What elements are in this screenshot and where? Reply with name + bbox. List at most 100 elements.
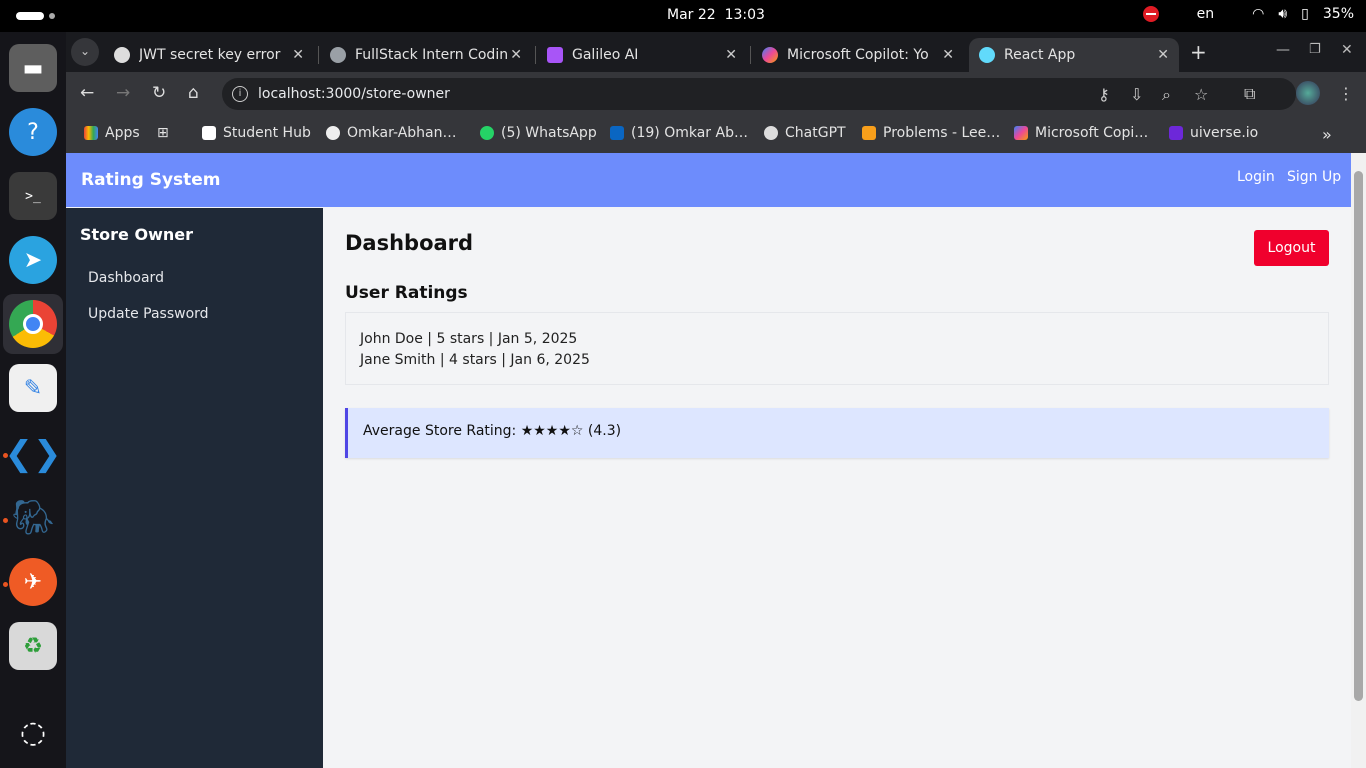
- tab-react-app[interactable]: React App ✕: [969, 38, 1179, 72]
- maximize-icon[interactable]: ❐: [1309, 42, 1321, 57]
- bookmark-student-hub[interactable]: Student Hub: [202, 125, 311, 141]
- chatgpt-favicon-icon: [114, 47, 130, 63]
- sidebar: Store Owner Dashboard Update Password: [66, 208, 323, 768]
- bookmark-label: Apps: [105, 125, 140, 141]
- back-icon[interactable]: ←: [80, 83, 94, 103]
- chatgpt-icon: [764, 126, 778, 140]
- battery-percent: 35%: [1322, 6, 1354, 22]
- close-window-icon[interactable]: ✕: [1341, 42, 1353, 58]
- new-tab-icon[interactable]: +: [1190, 40, 1207, 64]
- more-bookmarks-icon[interactable]: »: [1322, 125, 1332, 144]
- page-scrollbar[interactable]: [1351, 153, 1366, 768]
- extensions-icon[interactable]: ⧉: [1244, 84, 1255, 104]
- files-icon[interactable]: ▬: [9, 44, 57, 92]
- minimize-icon[interactable]: —: [1276, 42, 1290, 58]
- average-rating-card: Average Store Rating: ★★★★☆ (4.3): [345, 408, 1329, 458]
- system-top-bar: Mar 22 13:03 en ◠ 🔊︎ ▯ 35%: [0, 0, 1366, 32]
- vscode-icon[interactable]: ❮❯: [5, 430, 62, 478]
- home-icon[interactable]: ⌂: [188, 83, 199, 103]
- close-tab-icon[interactable]: ✕: [725, 47, 737, 63]
- bookmark-label: (19) Omkar Ab…: [631, 125, 748, 141]
- bookmark-whatsapp[interactable]: (5) WhatsApp: [480, 125, 597, 141]
- close-tab-icon[interactable]: ✕: [510, 47, 522, 63]
- whatsapp-icon: [480, 126, 494, 140]
- leetcode-icon: [862, 126, 876, 140]
- tab-groups-icon: ⊞: [157, 125, 169, 141]
- tab-title: React App: [1004, 47, 1076, 63]
- bookmark-uiverse[interactable]: uiverse.io: [1169, 125, 1258, 141]
- show-apps-icon[interactable]: ◌: [9, 708, 57, 756]
- postgresql-icon[interactable]: 🐘︎: [9, 494, 57, 542]
- running-indicator: [3, 518, 8, 523]
- tab-copilot[interactable]: Microsoft Copilot: Yo ✕: [752, 38, 964, 72]
- bookmark-tab-groups[interactable]: ⊞: [157, 125, 169, 141]
- chrome-icon[interactable]: [9, 300, 57, 348]
- logout-button[interactable]: Logout: [1254, 230, 1329, 266]
- scrollbar-thumb[interactable]: [1354, 171, 1363, 701]
- zoom-icon[interactable]: ⌕: [1162, 85, 1171, 105]
- tab-title: Galileo AI: [572, 47, 639, 63]
- bookmark-leetcode[interactable]: Problems - Lee…: [862, 125, 1000, 141]
- tab-divider: [318, 46, 319, 64]
- address-bar[interactable]: i localhost:3000/store-owner ⚷ ⇩ ⌕ ☆: [222, 78, 1296, 110]
- bookmark-label: Omkar-Abhan…: [347, 125, 457, 141]
- close-tab-icon[interactable]: ✕: [292, 47, 304, 63]
- tab-title: FullStack Intern Codin: [355, 47, 509, 63]
- postman-icon[interactable]: ✈: [9, 558, 57, 606]
- wifi-icon: ◠: [1252, 6, 1265, 22]
- telegram-icon[interactable]: ➤: [9, 236, 57, 284]
- sidebar-item-dashboard[interactable]: Dashboard: [88, 270, 164, 286]
- tab-jwt[interactable]: JWT secret key error ✕: [104, 38, 314, 72]
- help-icon[interactable]: ?: [9, 108, 57, 156]
- reload-icon[interactable]: ↻: [152, 83, 166, 103]
- url-text: localhost:3000/store-owner: [258, 86, 450, 102]
- tab-divider: [750, 46, 751, 64]
- language-indicator[interactable]: en: [1197, 6, 1215, 22]
- bookmark-label: Problems - Lee…: [883, 125, 1001, 141]
- terminal-icon[interactable]: >_: [9, 172, 57, 220]
- bookmark-apps[interactable]: Apps: [84, 125, 140, 141]
- bookmark-label: Student Hub: [223, 125, 311, 141]
- battery-icon: ▯: [1301, 6, 1309, 22]
- tab-galileo[interactable]: Galileo AI ✕: [537, 38, 747, 72]
- install-app-icon[interactable]: ⇩: [1130, 85, 1143, 104]
- bookmark-chatgpt[interactable]: ChatGPT: [764, 125, 846, 141]
- bookmark-star-icon[interactable]: ☆: [1194, 85, 1208, 104]
- tab-strip: ⌄ JWT secret key error ✕ FullStack Intern…: [66, 32, 1366, 72]
- brand-title[interactable]: Rating System: [81, 170, 221, 190]
- galileo-favicon-icon: [547, 47, 563, 63]
- tab-title: Microsoft Copilot: Yo: [787, 47, 929, 63]
- login-link[interactable]: Login: [1237, 169, 1275, 185]
- site-info-icon[interactable]: i: [232, 86, 248, 102]
- date-text: Mar 22: [667, 7, 716, 23]
- tab-fullstack[interactable]: FullStack Intern Codin ✕: [320, 38, 532, 72]
- sidebar-title: Store Owner: [80, 225, 193, 244]
- profile-avatar[interactable]: [1296, 81, 1320, 105]
- ratings-list: John Doe | 5 stars | Jan 5, 2025 Jane Sm…: [345, 312, 1329, 385]
- trash-icon[interactable]: ♻: [9, 622, 57, 670]
- navbar: Rating System Login Sign Up: [66, 153, 1351, 207]
- bookmark-label: uiverse.io: [1190, 125, 1259, 141]
- apps-grid-icon: [84, 126, 98, 140]
- menu-kebab-icon[interactable]: ⋮: [1338, 84, 1354, 103]
- bookmark-github[interactable]: Omkar-Abhan…: [326, 125, 457, 141]
- dock: ▬ ? >_ ➤ ✎ ❮❯ 🐘︎ ✈ ♻ ◌: [0, 32, 66, 768]
- tab-search-chevron-icon[interactable]: ⌄: [71, 38, 99, 66]
- system-tray[interactable]: en ◠ 🔊︎ ▯ 35%: [1142, 6, 1354, 22]
- linkedin-icon: [610, 126, 624, 140]
- password-key-icon[interactable]: ⚷: [1098, 85, 1110, 104]
- close-tab-icon[interactable]: ✕: [942, 47, 954, 63]
- close-tab-icon[interactable]: ✕: [1157, 47, 1169, 63]
- github-icon: [326, 126, 340, 140]
- bookmark-linkedin[interactable]: (19) Omkar Ab…: [610, 125, 748, 141]
- bookmark-copilot[interactable]: Microsoft Copi…: [1014, 125, 1148, 141]
- browser-chrome: ⌄ JWT secret key error ✕ FullStack Intern…: [66, 32, 1366, 153]
- running-indicator: [3, 582, 8, 587]
- signup-link[interactable]: Sign Up: [1287, 169, 1341, 185]
- forward-icon[interactable]: →: [116, 83, 130, 103]
- sidebar-item-update-password[interactable]: Update Password: [88, 306, 209, 322]
- bookmark-label: ChatGPT: [785, 125, 846, 141]
- globe-favicon-icon: [330, 47, 346, 63]
- text-editor-icon[interactable]: ✎: [9, 364, 57, 412]
- student-hub-icon: [202, 126, 216, 140]
